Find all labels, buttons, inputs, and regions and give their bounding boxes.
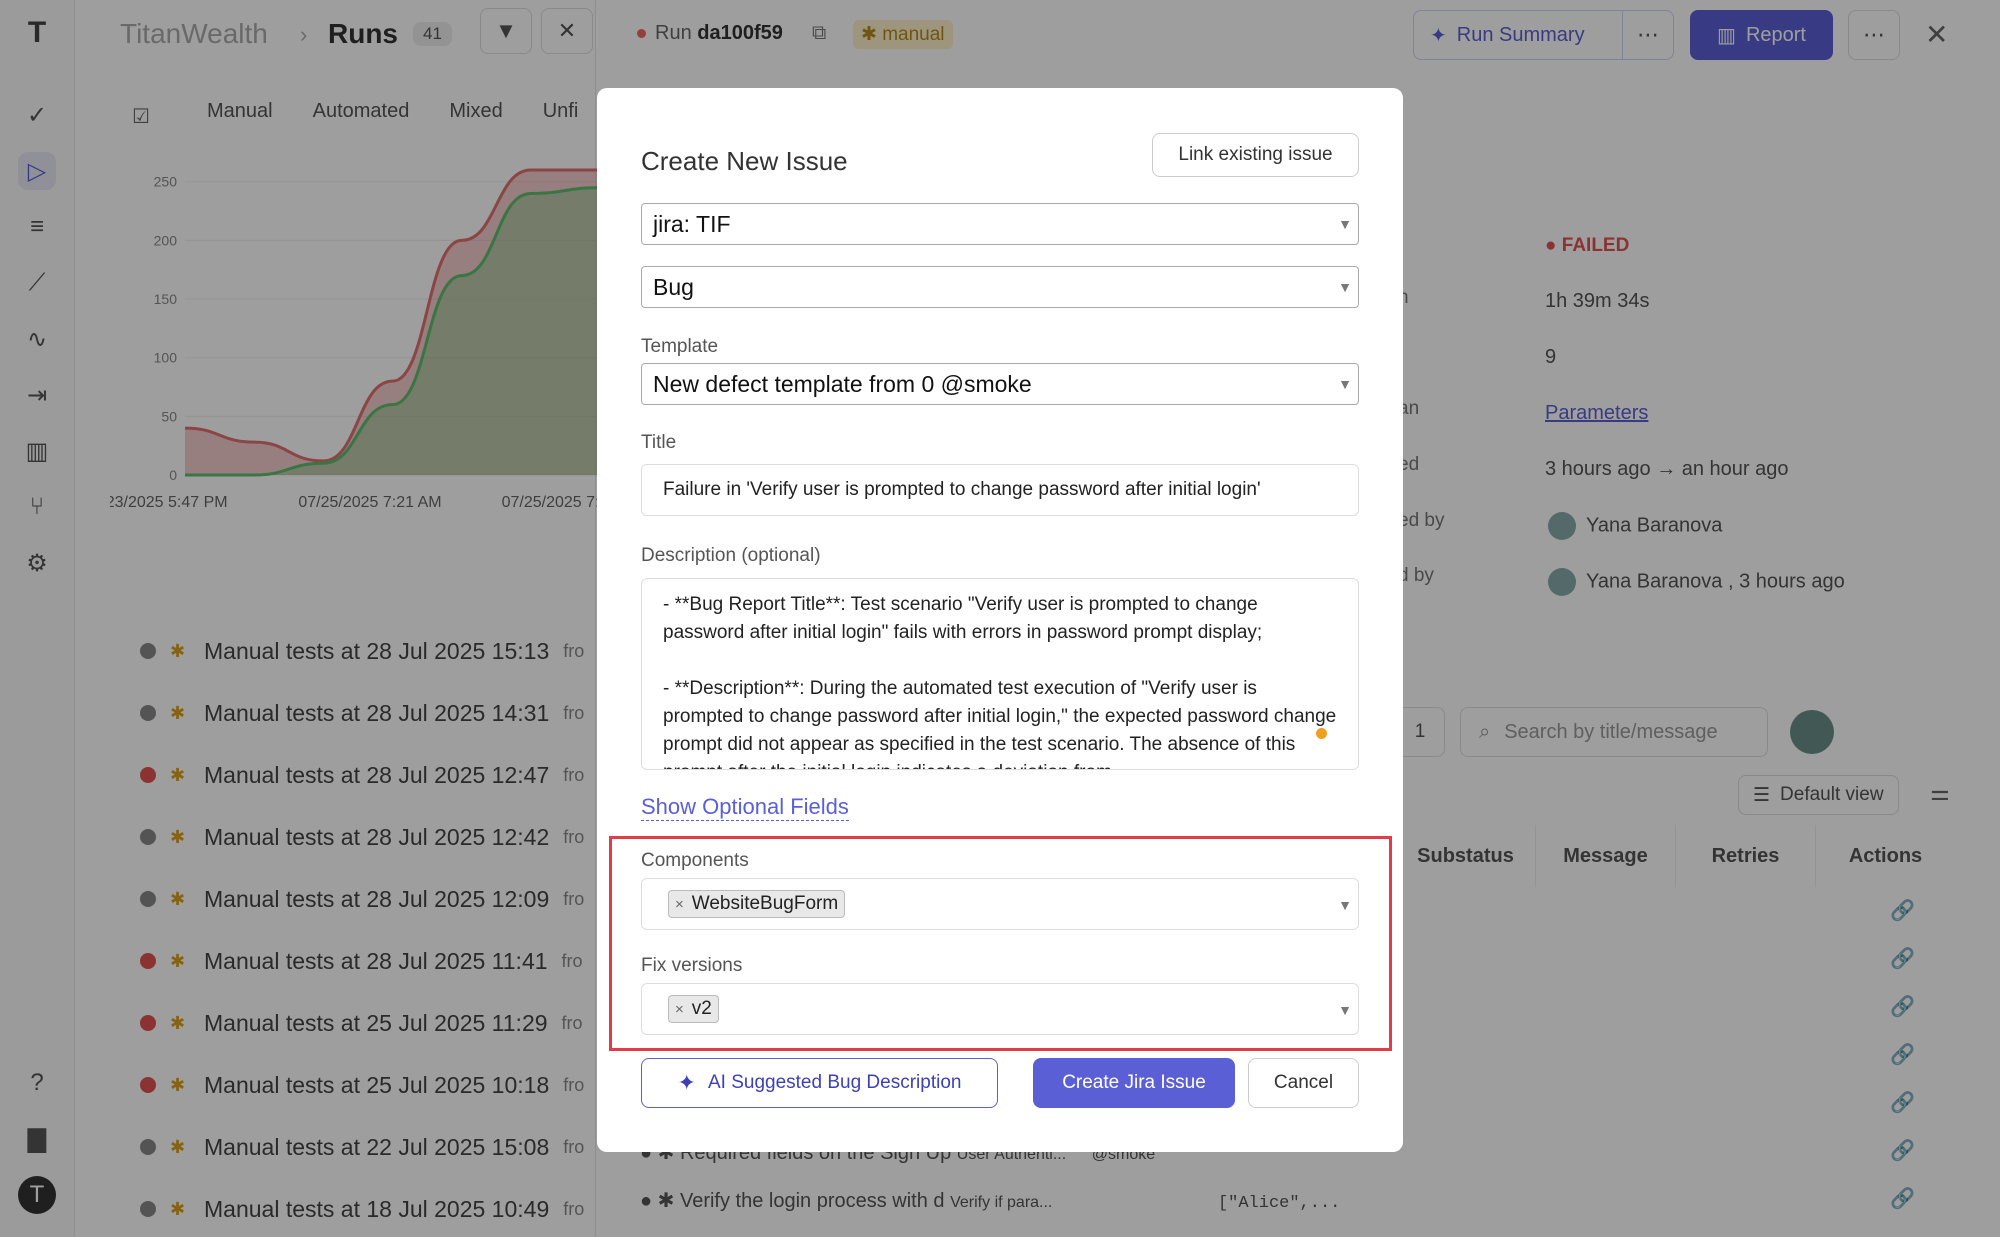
- description-label: Description (optional): [641, 545, 821, 566]
- component-chip: × WebsiteBugForm: [668, 890, 846, 918]
- title-input[interactable]: Failure in 'Verify user is prompted to c…: [641, 464, 1359, 516]
- version-chip-label: v2: [691, 998, 712, 1019]
- chip-remove-icon[interactable]: ×: [675, 1001, 684, 1018]
- issue-type-value: Bug: [653, 273, 694, 300]
- description-textarea[interactable]: - **Bug Report Title**: Test scenario "V…: [641, 578, 1359, 770]
- description-paragraph: - **Bug Report Title**: Test scenario "V…: [663, 594, 1263, 643]
- components-select[interactable]: × WebsiteBugForm ▼: [641, 878, 1359, 930]
- chevron-down-icon: ▼: [1338, 1002, 1352, 1018]
- chevron-down-icon: ▼: [1338, 216, 1352, 232]
- ai-button-label: AI Suggested Bug Description: [707, 1072, 962, 1093]
- version-chip: × v2: [668, 995, 719, 1023]
- ai-suggested-description-button[interactable]: ✦ AI Suggested Bug Description: [641, 1058, 998, 1108]
- description-paragraph: - **Description**: During the automated …: [663, 678, 1337, 769]
- project-select-value: jira: TIF: [653, 210, 731, 237]
- chevron-down-icon: ▼: [1338, 897, 1352, 913]
- create-jira-issue-button[interactable]: Create Jira Issue: [1033, 1058, 1235, 1108]
- title-label: Title: [641, 432, 677, 453]
- issue-type-select[interactable]: Bug ▼: [641, 266, 1359, 308]
- chevron-down-icon: ▼: [1338, 376, 1352, 392]
- fix-versions-label: Fix versions: [641, 955, 743, 976]
- show-optional-fields-link[interactable]: Show Optional Fields: [641, 794, 849, 821]
- link-existing-issue-button[interactable]: Link existing issue: [1152, 133, 1359, 177]
- chip-remove-icon[interactable]: ×: [675, 896, 684, 913]
- fix-versions-select[interactable]: × v2 ▼: [641, 983, 1359, 1035]
- modal-title: Create New Issue: [641, 146, 848, 176]
- component-chip-label: WebsiteBugForm: [691, 893, 839, 914]
- template-select[interactable]: New defect template from 0 @smoke ▼: [641, 363, 1359, 405]
- create-issue-modal: Create New Issue Link existing issue jir…: [597, 88, 1403, 1152]
- project-select[interactable]: jira: TIF ▼: [641, 203, 1359, 245]
- template-label: Template: [641, 336, 719, 357]
- sparkle-icon: ✦: [677, 1070, 696, 1095]
- chevron-down-icon: ▼: [1338, 279, 1352, 295]
- cancel-button[interactable]: Cancel: [1248, 1058, 1359, 1108]
- grammar-indicator-icon[interactable]: [1316, 728, 1327, 739]
- components-label: Components: [641, 850, 749, 871]
- template-select-value: New defect template from 0 @smoke: [653, 370, 1032, 397]
